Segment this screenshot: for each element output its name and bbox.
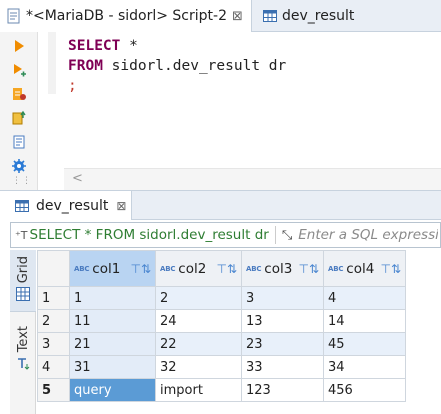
keyword-select: SELECT xyxy=(68,38,121,54)
table-cell[interactable]: 1 xyxy=(69,286,156,310)
text-view-tab[interactable]: Text xyxy=(10,320,36,380)
table-cell[interactable]: 11 xyxy=(69,309,156,333)
table-cell[interactable]: import xyxy=(155,378,242,402)
row-number[interactable]: 5 xyxy=(37,378,70,402)
close-tab-icon[interactable]: ⊠ xyxy=(232,9,243,24)
table-cell[interactable]: 123 xyxy=(241,378,324,402)
tab-script-2[interactable]: *<MariaDB - sidorl> Script-2 ⊠ xyxy=(0,0,252,32)
table-icon xyxy=(15,199,29,212)
table-cell[interactable]: 22 xyxy=(155,332,242,356)
corner-cell[interactable] xyxy=(37,250,70,287)
sort-filter-icon[interactable]: ⊤⇅ xyxy=(216,262,237,276)
row-number[interactable]: 4 xyxy=(37,355,70,379)
table-row-selected: 5 query import 123 456 xyxy=(37,378,406,402)
filter-input[interactable] xyxy=(298,227,439,243)
header-row: ABC col1 ⊤⇅ ABC col2 ⊤⇅ ABC col3 ⊤⇅ ABC col4 ⊤⇅ xyxy=(37,250,406,287)
table-cell[interactable]: 45 xyxy=(323,332,406,356)
table-cell[interactable]: 21 xyxy=(69,332,156,356)
filter-bar: ⁺T SELECT * FROM sidorl.dev_result dr ⤡ xyxy=(10,222,441,248)
query-text[interactable]: SELECT * FROM sidorl.dev_result dr xyxy=(30,227,269,243)
code-fold-ruler xyxy=(48,32,56,94)
keyword-from: FROM xyxy=(68,58,103,74)
sort-filter-icon[interactable]: ⊤⇅ xyxy=(380,262,401,276)
explain-plan-icon[interactable] xyxy=(11,86,27,102)
tab-result-dev-result[interactable]: dev_result ⊠ xyxy=(0,191,132,220)
sql-editor[interactable]: ⋮⋮ SELECT * FROM sidorl.dev_result dr ; … xyxy=(0,32,441,190)
semicolon: ; xyxy=(68,78,77,94)
table-cell[interactable]: 3 xyxy=(241,286,324,310)
row-number[interactable]: 3 xyxy=(37,332,70,356)
column-name: col3 xyxy=(264,260,293,277)
text-view-icon xyxy=(18,358,30,371)
row-number[interactable]: 1 xyxy=(37,286,70,310)
table-cell[interactable]: 34 xyxy=(323,355,406,379)
code-line-1: SELECT * xyxy=(68,36,286,56)
table-cell[interactable]: 33 xyxy=(241,355,324,379)
more-icon[interactable]: ⋮⋮ xyxy=(12,176,32,186)
code-line-2: FROM sidorl.dev_result dr xyxy=(68,56,286,76)
grid-label: Grid xyxy=(15,256,31,284)
editor-horizontal-scrollbar[interactable]: < xyxy=(64,168,441,190)
editor-toolbar: ⋮⋮ xyxy=(0,32,38,190)
column-name: col1 xyxy=(92,260,121,277)
results-table: ABC col1 ⊤⇅ ABC col2 ⊤⇅ ABC col3 ⊤⇅ ABC col4 ⊤⇅ … xyxy=(37,250,406,402)
table-cell[interactable]: 24 xyxy=(155,309,242,333)
table-row: 2 11 24 13 14 xyxy=(37,309,406,333)
table-cell[interactable]: 14 xyxy=(323,309,406,333)
column-header-col3[interactable]: ABC col3 ⊤⇅ xyxy=(241,250,324,287)
code-line-3: ; xyxy=(68,76,286,96)
close-result-tab-icon[interactable]: ⊠ xyxy=(116,199,126,213)
result-view-switcher: Grid Text xyxy=(10,250,36,414)
table-row: 3 21 22 23 45 xyxy=(37,332,406,356)
sql-code[interactable]: SELECT * FROM sidorl.dev_result dr ; xyxy=(68,36,286,96)
table-icon xyxy=(263,10,277,22)
execute-script-icon[interactable] xyxy=(11,62,27,78)
table-cell[interactable]: 456 xyxy=(323,378,406,402)
grid-view-tab[interactable]: Grid xyxy=(10,250,36,312)
column-header-col2[interactable]: ABC col2 ⊤⇅ xyxy=(155,250,242,287)
string-type-icon: ABC xyxy=(160,264,176,273)
scroll-left-icon[interactable]: < xyxy=(72,171,83,186)
table-cell[interactable]: 32 xyxy=(155,355,242,379)
query-icon: ⁺T xyxy=(15,228,28,242)
column-name: col4 xyxy=(346,260,375,277)
string-type-icon: ABC xyxy=(328,264,344,273)
text-label: Text xyxy=(15,326,31,353)
tab-dev-result[interactable]: dev_result xyxy=(256,0,376,32)
column-name: col2 xyxy=(178,260,207,277)
sort-filter-icon[interactable]: ⊤⇅ xyxy=(130,262,151,276)
select-star: * xyxy=(120,38,138,54)
editor-tab-bar: *<MariaDB - sidorl> Script-2 ⊠ dev_resul… xyxy=(0,0,441,32)
filter-divider xyxy=(274,226,276,244)
table-row: 4 31 32 33 34 xyxy=(37,355,406,379)
result-tab-label: dev_result xyxy=(36,197,109,214)
table-reference: sidorl.dev_result dr xyxy=(102,58,287,74)
grid-icon xyxy=(16,287,30,302)
string-type-icon: ABC xyxy=(74,264,90,273)
table-cell[interactable]: 4 xyxy=(323,286,406,310)
table-cell[interactable]: 13 xyxy=(241,309,324,333)
export-icon[interactable] xyxy=(11,134,27,150)
tab-script-2-label: *<MariaDB - sidorl> Script-2 xyxy=(26,8,227,24)
expand-filter-icon[interactable]: ⤡ xyxy=(282,228,292,243)
string-type-icon: ABC xyxy=(246,264,262,273)
table-row: 1 1 2 3 4 xyxy=(37,286,406,310)
row-number[interactable]: 2 xyxy=(37,309,70,333)
table-cell-selected[interactable]: query xyxy=(69,378,156,402)
table-cell[interactable]: 2 xyxy=(155,286,242,310)
results-tab-bar: dev_result ⊠ xyxy=(0,190,441,220)
table-cell[interactable]: 31 xyxy=(69,355,156,379)
column-header-col1[interactable]: ABC col1 ⊤⇅ xyxy=(69,250,156,287)
sql-script-icon xyxy=(7,8,20,24)
tab-dev-result-label: dev_result xyxy=(282,8,355,24)
column-header-col4[interactable]: ABC col4 ⊤⇅ xyxy=(323,250,406,287)
table-cell[interactable]: 23 xyxy=(241,332,324,356)
results-grid[interactable]: ABC col1 ⊤⇅ ABC col2 ⊤⇅ ABC col3 ⊤⇅ ABC col4 ⊤⇅ … xyxy=(37,250,441,414)
execute-statement-icon[interactable] xyxy=(11,38,27,54)
settings-icon[interactable] xyxy=(11,158,27,174)
sort-filter-icon[interactable]: ⊤⇅ xyxy=(298,262,319,276)
load-script-icon[interactable] xyxy=(11,110,27,126)
